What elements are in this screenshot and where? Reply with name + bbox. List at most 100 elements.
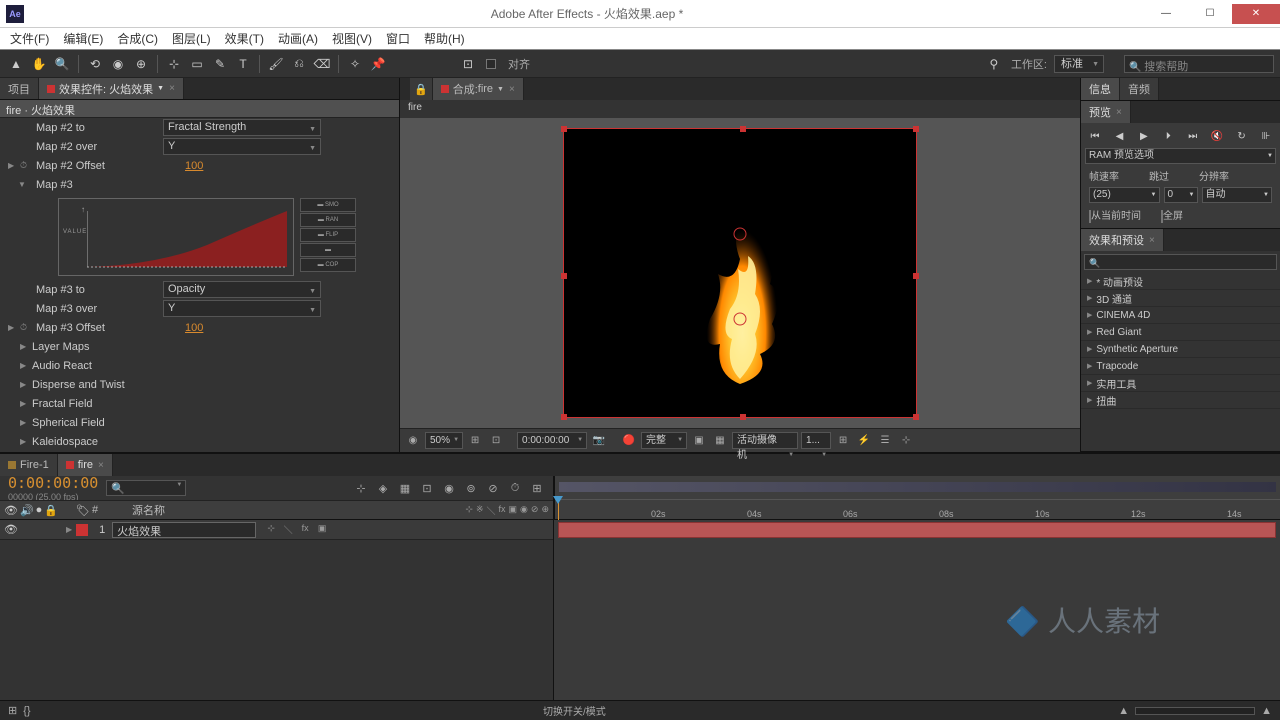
time-display[interactable]: 0:00:00:00 bbox=[517, 432, 587, 449]
preset-category[interactable]: ▶Red Giant bbox=[1081, 324, 1280, 341]
tl-icon[interactable]: ⊡ bbox=[419, 482, 435, 495]
preset-thumb[interactable]: ▬ RAN bbox=[300, 213, 356, 227]
zoom-select[interactable]: 50% bbox=[425, 432, 463, 449]
preview-tab[interactable]: 预览× bbox=[1081, 101, 1131, 123]
effect-controls-tab[interactable]: 效果控件: 火焰效果▼× bbox=[39, 78, 184, 99]
quality-select[interactable]: 完整 bbox=[641, 432, 687, 449]
channel-icon[interactable]: 🔴 bbox=[620, 432, 638, 450]
effects-presets-tab[interactable]: 效果和预设× bbox=[1081, 229, 1164, 251]
preset-category[interactable]: ▶扭曲 bbox=[1081, 392, 1280, 409]
layer-bar[interactable] bbox=[558, 522, 1276, 538]
map2to-select[interactable]: Fractal Strength bbox=[163, 119, 321, 136]
speaker-icon[interactable]: 🔊 bbox=[20, 504, 34, 517]
preset-category[interactable]: ▶Trapcode bbox=[1081, 358, 1280, 375]
text-tool-icon[interactable]: T bbox=[233, 54, 253, 74]
mute-icon[interactable]: 🔇 bbox=[1209, 131, 1225, 142]
loop-icon[interactable]: ↻ bbox=[1234, 131, 1250, 142]
maximize-button[interactable]: ☐ bbox=[1188, 4, 1232, 24]
rect-tool-icon[interactable]: ▭ bbox=[187, 54, 207, 74]
ram-preview-select[interactable]: RAM 预览选项 bbox=[1085, 148, 1276, 164]
close-tab-icon[interactable]: × bbox=[169, 83, 175, 94]
timeline-search[interactable]: 🔍 bbox=[106, 480, 186, 496]
curve-graph[interactable]: VALUE ↑ bbox=[58, 198, 294, 276]
pixel-icon[interactable]: ⊞ bbox=[834, 432, 852, 450]
zoom-slider[interactable] bbox=[1135, 707, 1255, 715]
stamp-tool-icon[interactable]: ⎌ bbox=[289, 54, 309, 74]
pen-tool-icon[interactable]: ✎ bbox=[210, 54, 230, 74]
timeline-icon[interactable]: ☰ bbox=[876, 432, 894, 450]
menu-animation[interactable]: 动画(A) bbox=[272, 28, 324, 49]
zoom-tool-icon[interactable]: 🔍 bbox=[52, 54, 72, 74]
map3over-select[interactable]: Y bbox=[163, 300, 321, 317]
map3to-select[interactable]: Opacity bbox=[163, 281, 321, 298]
help-search[interactable]: 🔍 搜索帮助 bbox=[1124, 55, 1274, 73]
tl-icon[interactable]: ⏱ bbox=[507, 482, 523, 495]
preset-category[interactable]: ▶3D 通道 bbox=[1081, 290, 1280, 307]
eraser-tool-icon[interactable]: ⌫ bbox=[312, 54, 332, 74]
preset-category[interactable]: ▶实用工具 bbox=[1081, 375, 1280, 392]
grid-icon[interactable]: ⊞ bbox=[466, 432, 484, 450]
brush-tool-icon[interactable]: 🖌 bbox=[266, 54, 286, 74]
group-fractal[interactable]: ▶Fractal Field bbox=[0, 394, 399, 413]
group-spherical[interactable]: ▶Spherical Field bbox=[0, 413, 399, 432]
play-icon[interactable]: ▶ bbox=[1136, 131, 1152, 142]
info-tab[interactable]: 信息 bbox=[1081, 78, 1120, 100]
first-frame-icon[interactable]: ⏮ bbox=[1087, 131, 1103, 142]
toggle-switches-icon[interactable]: ⊞ bbox=[8, 704, 17, 717]
last-frame-icon[interactable]: ⏭ bbox=[1185, 131, 1201, 142]
tl-icon[interactable]: ⊘ bbox=[485, 482, 501, 495]
zoom-out-icon[interactable]: ▲ bbox=[1118, 705, 1129, 717]
orbit-tool-icon[interactable]: ⟲ bbox=[85, 54, 105, 74]
hand-tool-icon[interactable]: ✋ bbox=[29, 54, 49, 74]
menu-composition[interactable]: 合成(C) bbox=[111, 28, 164, 49]
always-preview-icon[interactable]: ◉ bbox=[404, 432, 422, 450]
puppet-tool-icon[interactable]: 📌 bbox=[368, 54, 388, 74]
camera-tool-icon[interactable]: ⊕ bbox=[131, 54, 151, 74]
skip-select[interactable]: 0 bbox=[1164, 187, 1198, 203]
menu-edit[interactable]: 编辑(E) bbox=[57, 28, 109, 49]
snap-icon[interactable]: ⊡ bbox=[458, 54, 478, 74]
region-icon[interactable]: ▣ bbox=[690, 432, 708, 450]
camera-select[interactable]: 活动摄像机 bbox=[732, 432, 798, 449]
views-select[interactable]: 1... bbox=[801, 432, 831, 449]
fast-preview-icon[interactable]: ⚡ bbox=[855, 432, 873, 450]
menu-effect[interactable]: 效果(T) bbox=[219, 28, 270, 49]
tl-icon[interactable]: ▦ bbox=[397, 482, 413, 495]
label-color[interactable] bbox=[76, 524, 88, 536]
group-layermaps[interactable]: ▶Layer Maps bbox=[0, 337, 399, 356]
preset-thumb[interactable]: ▬ SMO bbox=[300, 198, 356, 212]
preset-thumb[interactable]: ▬ bbox=[300, 243, 356, 257]
search-icon[interactable]: ⚲ bbox=[984, 54, 1004, 74]
map2over-select[interactable]: Y bbox=[163, 138, 321, 155]
zoom-in-icon[interactable]: ▲ bbox=[1261, 705, 1272, 717]
snap-chk[interactable] bbox=[481, 54, 501, 74]
stopwatch-icon[interactable]: ⏱ bbox=[20, 160, 30, 171]
workspace-select[interactable]: 标准 bbox=[1054, 55, 1104, 73]
tl-icon[interactable]: ⊚ bbox=[463, 482, 479, 495]
visibility-icon[interactable]: 👁 bbox=[4, 523, 26, 536]
guides-icon[interactable]: ⊡ bbox=[487, 432, 505, 450]
selection-tool-icon[interactable]: ▲ bbox=[6, 54, 26, 74]
preset-category[interactable]: ▶Synthetic Aperture bbox=[1081, 341, 1280, 358]
menu-help[interactable]: 帮助(H) bbox=[418, 28, 471, 49]
layer-row[interactable]: 👁 ▶ 1 火焰效果 ⊹＼fx▣ bbox=[0, 520, 553, 540]
menu-file[interactable]: 文件(F) bbox=[4, 28, 55, 49]
group-kaleido[interactable]: ▶Kaleidospace bbox=[0, 432, 399, 451]
timeline-tab-2[interactable]: fire× bbox=[58, 454, 113, 476]
anchor-tool-icon[interactable]: ⊹ bbox=[164, 54, 184, 74]
label-icon[interactable]: 🏷 bbox=[76, 504, 90, 517]
toggle-label[interactable]: 切换开关/模式 bbox=[543, 703, 606, 718]
fps-select[interactable]: (25) bbox=[1089, 187, 1160, 203]
stopwatch-icon[interactable]: ⏱ bbox=[20, 322, 30, 333]
eye-icon[interactable]: 👁 bbox=[4, 504, 18, 517]
toggle-modes-icon[interactable]: {} bbox=[23, 705, 30, 717]
timeline-tab-1[interactable]: Fire-1 bbox=[0, 454, 58, 476]
next-frame-icon[interactable]: ⏵ bbox=[1160, 131, 1176, 142]
tl-icon[interactable]: ⊞ bbox=[529, 482, 545, 495]
lock-icon[interactable]: 🔒 bbox=[44, 504, 58, 517]
roto-tool-icon[interactable]: ✧ bbox=[345, 54, 365, 74]
tl-icon[interactable]: ◈ bbox=[375, 482, 391, 495]
map3offset-value[interactable]: 100 bbox=[185, 322, 399, 334]
audio-tab[interactable]: 音频 bbox=[1120, 78, 1159, 100]
map2offset-value[interactable]: 100 bbox=[185, 160, 399, 172]
